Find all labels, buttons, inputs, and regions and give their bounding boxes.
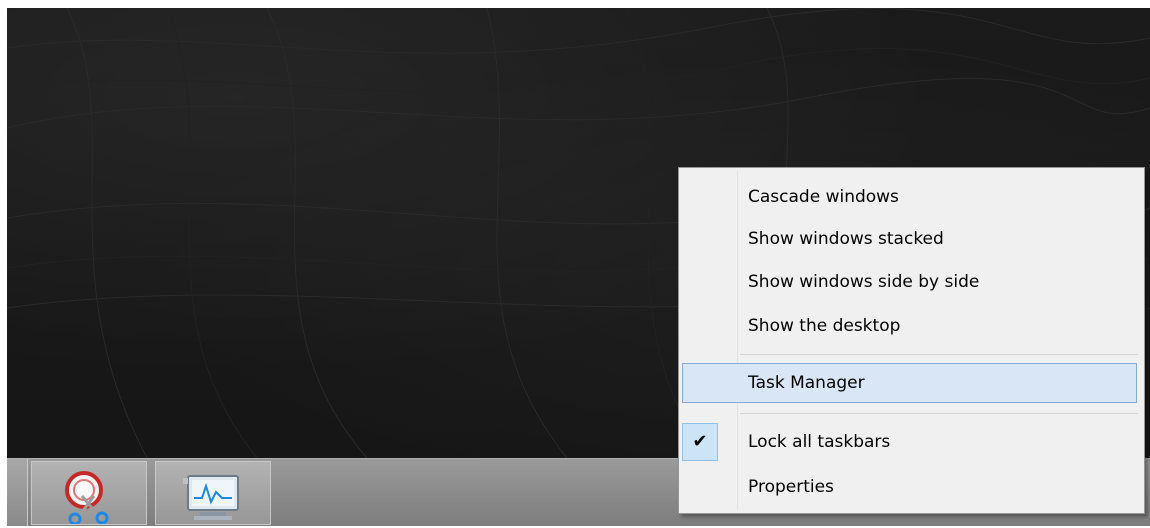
- taskbar-button-performance-monitor[interactable]: [155, 461, 271, 525]
- menu-item-label: Properties: [748, 477, 834, 497]
- menu-item-cascade-windows[interactable]: Cascade windows: [679, 178, 1144, 216]
- checkmark-icon: ✔: [692, 431, 708, 452]
- menu-item-label: Task Manager: [748, 373, 865, 393]
- menu-separator: [740, 354, 1138, 355]
- snipping-tool-icon: [54, 468, 126, 528]
- performance-monitor-icon: [178, 468, 250, 528]
- menu-item-show-the-desktop[interactable]: Show the desktop: [679, 307, 1144, 345]
- menu-item-task-manager[interactable]: Task Manager: [679, 363, 1144, 403]
- menu-item-show-windows-side-by-side[interactable]: Show windows side by side: [679, 263, 1144, 301]
- menu-item-properties[interactable]: Properties: [679, 468, 1144, 506]
- menu-item-label: Show windows side by side: [748, 272, 980, 292]
- menu-item-label: Show windows stacked: [748, 229, 944, 249]
- menu-item-label: Cascade windows: [748, 187, 899, 207]
- screen: Cascade windows Show windows stacked Sho…: [0, 0, 1150, 528]
- taskbar-context-menu: Cascade windows Show windows stacked Sho…: [678, 167, 1145, 514]
- taskbar-start-edge[interactable]: [7, 459, 28, 526]
- menu-item-label: Lock all taskbars: [748, 432, 891, 452]
- checkmark-box: ✔: [682, 423, 718, 461]
- menu-item-lock-all-taskbars[interactable]: ✔ Lock all taskbars: [679, 423, 1144, 461]
- menu-separator: [740, 413, 1138, 414]
- menu-item-show-windows-stacked[interactable]: Show windows stacked: [679, 220, 1144, 258]
- menu-item-label: Show the desktop: [748, 316, 901, 336]
- taskbar-button-snipping-tool[interactable]: [31, 461, 147, 528]
